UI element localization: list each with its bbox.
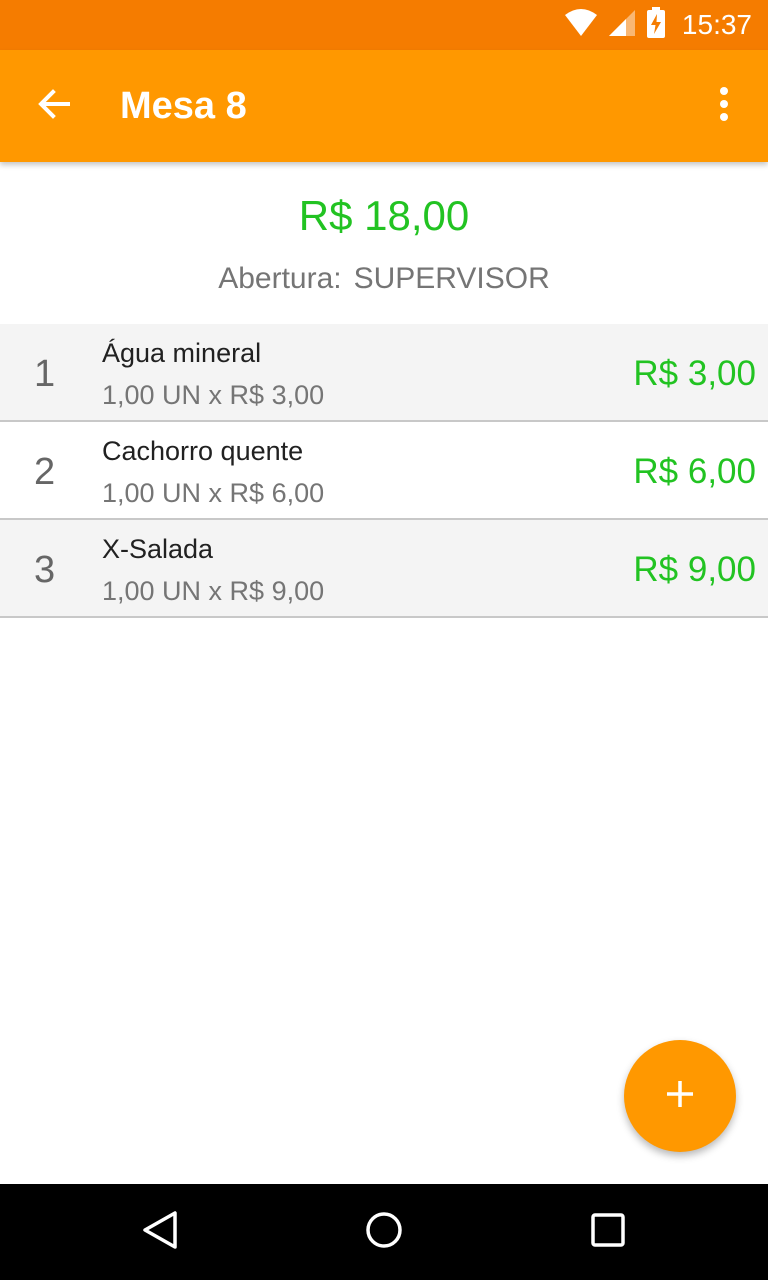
item-price: R$ 6,00: [633, 452, 756, 491]
wifi-icon: [564, 8, 598, 42]
item-index: 1: [34, 353, 56, 395]
app-bar: Mesa 8: [0, 50, 768, 162]
signal-icon: [608, 9, 636, 42]
status-bar: 15:37: [0, 0, 768, 50]
order-summary: R$ 18,00 Abertura: SUPERVISOR: [0, 162, 768, 324]
plus-icon: [665, 1079, 695, 1114]
opening-user: SUPERVISOR: [353, 262, 550, 295]
nav-recents-button[interactable]: [584, 1208, 632, 1256]
item-price: R$ 9,00: [633, 550, 756, 589]
arrow-back-icon: [36, 86, 72, 127]
opening-info: Abertura: SUPERVISOR: [0, 262, 768, 296]
item-name: Cachorro quente: [102, 436, 304, 466]
item-price: R$ 3,00: [633, 354, 756, 393]
nav-home-button[interactable]: [360, 1208, 408, 1256]
recents-square-icon: [590, 1212, 626, 1253]
nav-back-button[interactable]: [136, 1208, 184, 1256]
item-detail: 1,00 UN x R$ 3,00: [102, 380, 325, 410]
page-title: Mesa 8: [120, 85, 247, 127]
list-item[interactable]: 2 Cachorro quente 1,00 UN x R$ 6,00 R$ 6…: [0, 422, 768, 520]
order-total: R$ 18,00: [298, 192, 470, 239]
status-time: 15:37: [681, 9, 752, 40]
item-name: X-Salada: [102, 534, 214, 564]
item-detail: 1,00 UN x R$ 6,00: [102, 478, 325, 508]
item-detail: 1,00 UN x R$ 9,00: [102, 576, 325, 606]
item-name: Água mineral: [102, 338, 262, 368]
add-item-button[interactable]: [624, 1040, 736, 1152]
list-item[interactable]: 3 X-Salada 1,00 UN x R$ 9,00 R$ 9,00: [0, 520, 768, 618]
overflow-menu-button[interactable]: [704, 82, 744, 130]
back-button[interactable]: [30, 82, 78, 130]
status-icons: 15:37: [564, 0, 752, 50]
order-items-list: 1 Água mineral 1,00 UN x R$ 3,00 R$ 3,00…: [0, 324, 768, 618]
item-index: 3: [34, 549, 56, 591]
item-index: 2: [34, 451, 56, 493]
system-nav-bar: [0, 1184, 768, 1280]
home-circle-icon: [364, 1210, 404, 1255]
opening-label: Abertura:: [218, 262, 342, 295]
battery-charging-icon: [646, 6, 666, 44]
back-triangle-icon: [141, 1210, 179, 1255]
more-vertical-icon: [719, 86, 729, 126]
list-item[interactable]: 1 Água mineral 1,00 UN x R$ 3,00 R$ 3,00: [0, 324, 768, 422]
